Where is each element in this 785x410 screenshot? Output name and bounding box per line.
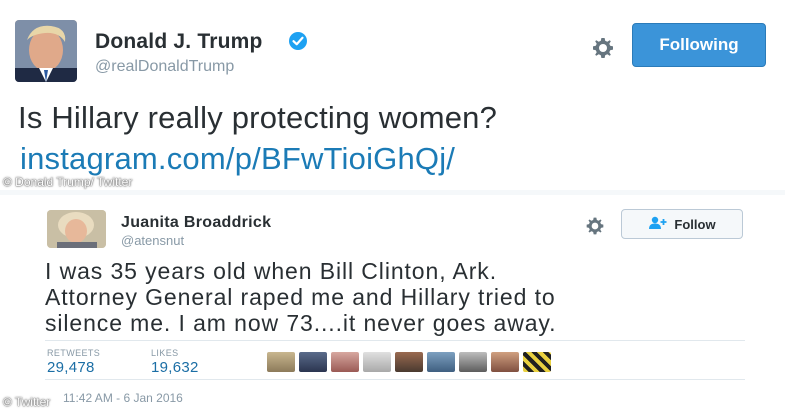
gear-icon[interactable] <box>585 216 605 236</box>
photo-credit: © Donald Trump/ Twitter <box>3 175 133 189</box>
add-user-icon <box>648 216 668 233</box>
avatar-trump[interactable] <box>15 20 77 82</box>
retweets-label: RETWEETS <box>47 348 101 358</box>
tweet-card-trump: Donald J. Trump @realDonaldTrump Followi… <box>0 0 785 190</box>
likes-count: 19,632 <box>151 359 199 376</box>
display-name[interactable]: Juanita Broaddrick <box>121 214 271 232</box>
follow-button[interactable]: Follow <box>621 209 743 239</box>
tweet-text-line: silence me. I am now 73....it never goes… <box>45 310 557 336</box>
user-handle[interactable]: @realDonaldTrump <box>95 58 234 76</box>
likes-stat[interactable]: LIKES 19,632 <box>151 348 199 376</box>
tweet-text: I was 35 years old when Bill Clinton, Ar… <box>45 258 755 336</box>
tweet-text-line: I was 35 years old when Bill Clinton, Ar… <box>45 258 497 284</box>
liker-avatars <box>267 352 551 372</box>
tweet-text: Is Hillary really protecting women? <box>18 100 498 135</box>
liker-avatar[interactable] <box>523 352 551 372</box>
stats-divider <box>45 340 745 341</box>
liker-avatar[interactable] <box>459 352 487 372</box>
likes-label: LIKES <box>151 348 179 358</box>
liker-avatar[interactable] <box>395 352 423 372</box>
stats-divider <box>45 379 745 380</box>
tweet-text-line: Attorney General raped me and Hillary tr… <box>45 284 556 310</box>
liker-avatar[interactable] <box>427 352 455 372</box>
user-handle[interactable]: @atensnut <box>121 233 184 248</box>
liker-avatar[interactable] <box>491 352 519 372</box>
gear-icon[interactable] <box>591 36 615 60</box>
follow-label: Follow <box>674 216 716 232</box>
tweet-link[interactable]: instagram.com/p/BFwTioiGhQj/ <box>20 141 455 177</box>
retweet-stat[interactable]: RETWEETS 29,478 <box>47 348 100 376</box>
liker-avatar[interactable] <box>267 352 295 372</box>
tweet-card-broaddrick: Juanita Broaddrick @atensnut Follow I wa… <box>33 195 765 410</box>
following-button[interactable]: Following <box>632 23 766 67</box>
avatar-broaddrick[interactable] <box>47 210 106 248</box>
verified-badge-icon <box>288 31 308 51</box>
tweet-timestamp[interactable]: 11:42 AM - 6 Jan 2016 <box>63 391 183 405</box>
retweets-count: 29,478 <box>47 359 95 376</box>
display-name[interactable]: Donald J. Trump <box>95 30 263 54</box>
photo-credit: © Twitter <box>3 395 51 409</box>
liker-avatar[interactable] <box>363 352 391 372</box>
liker-avatar[interactable] <box>331 352 359 372</box>
liker-avatar[interactable] <box>299 352 327 372</box>
